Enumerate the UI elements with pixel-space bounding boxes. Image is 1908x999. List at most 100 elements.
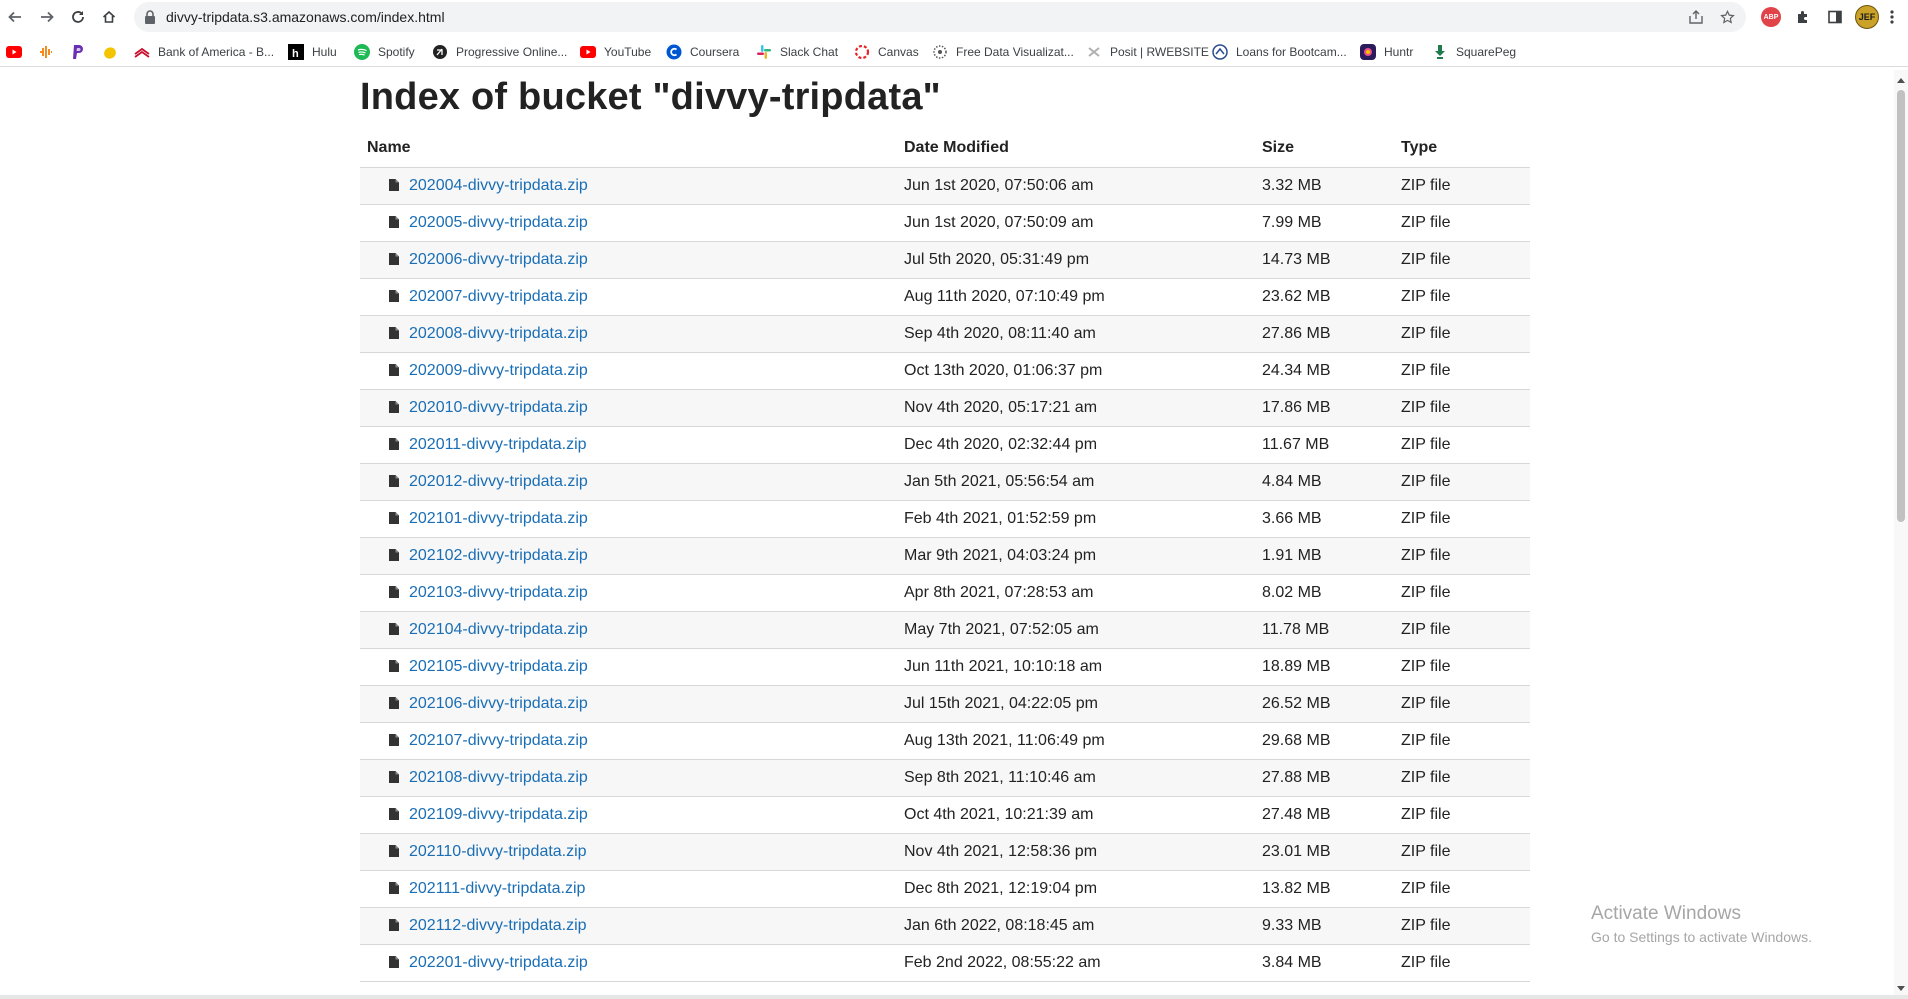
bookmark-bank-of-america[interactable]: Bank of America - B...	[134, 42, 274, 62]
url-text[interactable]: divvy-tripdata.s3.amazonaws.com/index.ht…	[166, 9, 445, 25]
file-date: Jun 1st 2020, 07:50:06 am	[904, 177, 1094, 194]
file-link[interactable]: 202201-divvy-tripdata.zip	[409, 954, 588, 972]
file-link[interactable]: 202011-divvy-tripdata.zip	[409, 436, 587, 454]
bookmark-hulu[interactable]: h Hulu	[288, 42, 337, 62]
file-link[interactable]: 202102-divvy-tripdata.zip	[409, 547, 588, 565]
column-header-name[interactable]: Name	[367, 139, 411, 157]
share-icon[interactable]	[1688, 10, 1704, 29]
bookmark-slack[interactable]: Slack Chat	[756, 42, 838, 62]
file-link[interactable]: 202101-divvy-tripdata.zip	[409, 510, 588, 528]
bookmark-huntr[interactable]: Huntr	[1360, 42, 1413, 62]
file-link[interactable]: 202005-divvy-tripdata.zip	[409, 214, 588, 232]
scrollbar-thumb[interactable]	[1897, 90, 1905, 522]
bookmark-progressive[interactable]: Progressive Online...	[432, 42, 567, 62]
file-type: ZIP file	[1401, 769, 1451, 786]
table-row: 202010-divvy-tripdata.zip Nov 4th 2020, 0…	[360, 390, 1530, 427]
back-button[interactable]	[2, 4, 28, 30]
table-row: 202005-divvy-tripdata.zip Jun 1st 2020, 0…	[360, 205, 1530, 242]
file-type: ZIP file	[1401, 843, 1451, 860]
table-row: 202004-divvy-tripdata.zip Jun 1st 2020, 0…	[360, 168, 1530, 205]
home-button[interactable]	[96, 4, 122, 30]
bookmark-youtube-icon-only[interactable]	[6, 42, 30, 62]
file-link[interactable]: 202004-divvy-tripdata.zip	[409, 177, 588, 195]
file-icon	[389, 586, 399, 598]
profile-avatar: JEF	[1855, 5, 1879, 29]
file-type: ZIP file	[1401, 917, 1451, 934]
table-row: 202112-divvy-tripdata.zip Jan 6th 2022, 0…	[360, 908, 1530, 945]
file-link[interactable]: 202112-divvy-tripdata.zip	[409, 917, 587, 935]
bookmark-squarepeg[interactable]: SquarePeg	[1432, 42, 1516, 62]
file-link[interactable]: 202106-divvy-tripdata.zip	[409, 695, 588, 713]
file-link[interactable]: 202105-divvy-tripdata.zip	[409, 658, 588, 676]
file-size: 18.89 MB	[1262, 658, 1331, 675]
profile-button[interactable]: JEF	[1855, 5, 1879, 29]
reload-button[interactable]	[65, 4, 91, 30]
file-date: Jan 6th 2022, 08:18:45 am	[904, 917, 1095, 934]
bookmark-canvas[interactable]: Canvas	[854, 42, 919, 62]
column-header-size[interactable]: Size	[1262, 139, 1294, 157]
file-link[interactable]: 202104-divvy-tripdata.zip	[409, 621, 588, 639]
file-icon	[389, 179, 399, 191]
bookmark-egg[interactable]	[102, 42, 126, 62]
browser-menu-button[interactable]	[1880, 5, 1904, 29]
paypal-icon	[70, 44, 86, 60]
bookmark-coursera[interactable]: Coursera	[666, 42, 739, 62]
vertical-scrollbar[interactable]	[1894, 70, 1908, 999]
file-link[interactable]: 202010-divvy-tripdata.zip	[409, 399, 588, 417]
scroll-down-arrow-icon[interactable]	[1897, 986, 1905, 991]
bookmark-youtube[interactable]: YouTube	[580, 42, 651, 62]
bookmark-paypal[interactable]	[70, 42, 94, 62]
table-row: 202008-divvy-tripdata.zip Sep 4th 2020, 0…	[360, 316, 1530, 353]
file-link[interactable]: 202110-divvy-tripdata.zip	[409, 843, 587, 861]
file-size: 3.66 MB	[1262, 510, 1322, 527]
bookmark-audio[interactable]	[38, 42, 62, 62]
file-date: Mar 9th 2021, 04:03:24 pm	[904, 547, 1097, 564]
scroll-up-arrow-icon[interactable]	[1897, 78, 1905, 83]
bookmark-loans[interactable]: Loans for Bootcam...	[1212, 42, 1347, 62]
kebab-menu-icon	[1890, 10, 1894, 24]
bookmark-spotify[interactable]: Spotify	[354, 42, 415, 62]
column-header-date[interactable]: Date Modified	[904, 139, 1009, 157]
table-row: 202201-divvy-tripdata.zip Feb 2nd 2022, 0…	[360, 945, 1530, 982]
browser-toolbar: divvy-tripdata.s3.amazonaws.com/index.ht…	[0, 0, 1908, 34]
file-size: 24.34 MB	[1262, 362, 1331, 379]
file-link[interactable]: 202111-divvy-tripdata.zip	[409, 880, 585, 898]
file-type: ZIP file	[1401, 547, 1451, 564]
file-date: Dec 8th 2021, 12:19:04 pm	[904, 880, 1098, 897]
address-bar[interactable]: divvy-tripdata.s3.amazonaws.com/index.ht…	[134, 2, 1746, 32]
file-link[interactable]: 202012-divvy-tripdata.zip	[409, 473, 588, 491]
file-link[interactable]: 202007-divvy-tripdata.zip	[409, 288, 588, 306]
bookmark-free-data-viz[interactable]: Free Data Visualizat...	[932, 42, 1074, 62]
file-link[interactable]: 202009-divvy-tripdata.zip	[409, 362, 588, 380]
table-row: 202111-divvy-tripdata.zip Dec 8th 2021, 1…	[360, 871, 1530, 908]
file-type: ZIP file	[1401, 177, 1451, 194]
file-link[interactable]: 202109-divvy-tripdata.zip	[409, 806, 588, 824]
side-panel-button[interactable]	[1823, 5, 1847, 29]
file-link[interactable]: 202108-divvy-tripdata.zip	[409, 769, 588, 787]
file-date: Aug 13th 2021, 11:06:49 pm	[904, 732, 1105, 749]
youtube-icon	[580, 44, 596, 60]
file-size: 9.33 MB	[1262, 917, 1322, 934]
file-icon	[389, 253, 399, 265]
file-size: 27.48 MB	[1262, 806, 1331, 823]
file-link[interactable]: 202006-divvy-tripdata.zip	[409, 251, 588, 269]
extensions-button[interactable]	[1791, 5, 1815, 29]
file-size: 4.84 MB	[1262, 473, 1322, 490]
file-type: ZIP file	[1401, 288, 1451, 305]
bookmark-star-icon[interactable]	[1720, 9, 1735, 30]
file-date: Sep 4th 2020, 08:11:40 am	[904, 325, 1096, 342]
data-viz-icon	[932, 44, 948, 60]
file-icon	[389, 919, 399, 931]
column-header-type[interactable]: Type	[1401, 139, 1437, 157]
bookmark-posit[interactable]: Posit | RWEBSITE	[1086, 42, 1209, 62]
table-row: 202104-divvy-tripdata.zip May 7th 2021, 0…	[360, 612, 1530, 649]
adblock-extension-button[interactable]: ABP	[1759, 5, 1783, 29]
file-link[interactable]: 202103-divvy-tripdata.zip	[409, 584, 588, 602]
bookmark-label: Posit | RWEBSITE	[1110, 45, 1209, 59]
bookmark-label: Bank of America - B...	[158, 45, 275, 59]
file-link[interactable]: 202008-divvy-tripdata.zip	[409, 325, 588, 343]
file-link[interactable]: 202107-divvy-tripdata.zip	[409, 732, 588, 750]
table-row: 202006-divvy-tripdata.zip Jul 5th 2020, 0…	[360, 242, 1530, 279]
file-type: ZIP file	[1401, 695, 1451, 712]
forward-button[interactable]	[34, 4, 60, 30]
